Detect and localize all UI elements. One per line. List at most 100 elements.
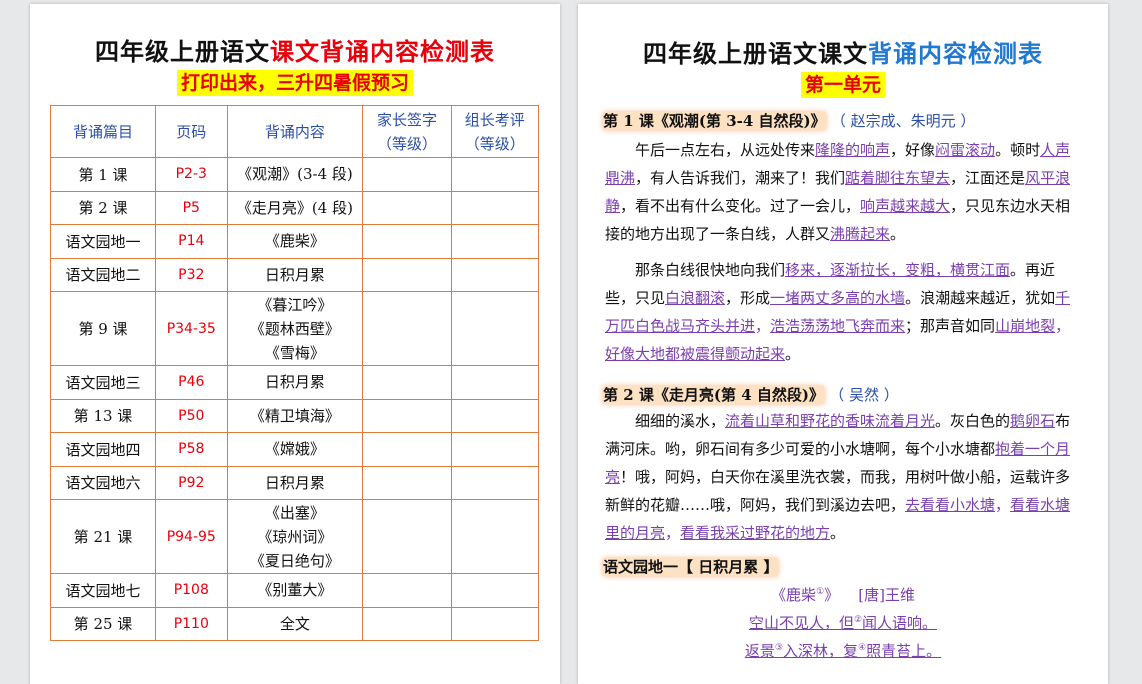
paragraph-3: 细细的溪水，流着山草和野花的香味流着月光。灰白色的鹅卵石布满河床。哟，卵石间有多… [605,407,1083,547]
parent-sign-cell[interactable] [362,291,452,366]
header-leader-eval: 组长考评 （等级） [450,105,540,158]
highlight-phrase: 踮着脚往东望去 [845,169,951,187]
leader-eval-cell[interactable] [450,224,540,259]
parent-sign-cell[interactable] [362,432,452,467]
text-segment: 。灰白色的 [935,412,1011,430]
leader-eval-cell[interactable] [450,606,540,641]
row-page: P2-3 [154,157,228,192]
text-segment: ，江面还是 [950,169,1026,187]
left-subtitle: 打印出来，三升四暑假预习 [30,68,560,96]
row-content: 《别董大》 [226,573,364,608]
leader-eval-cell[interactable] [450,465,540,500]
content-line: 日积月累 [264,473,325,492]
parent-sign-cell[interactable] [362,365,452,400]
unit-heading: 第一单元 [578,70,1108,98]
row-page: P94-95 [154,499,228,574]
leader-eval-cell[interactable] [450,157,540,192]
header-parent-sign: 家长签字 （等级） [362,105,452,158]
unit-text: 第一单元 [800,72,885,98]
highlight-phrase: 山崩地裂 [995,317,1056,335]
text-segment: 。 [890,225,906,243]
leader-eval-cell[interactable] [450,398,540,433]
content-line: 《琼州词》 [257,527,333,546]
header-page: 页码 [154,105,228,158]
section-2-heading: 第 2 课《走月亮(第 4 自然段)》 （ 吴然 ） [603,386,899,404]
text-segment: ， [665,524,681,542]
text-segment: ，有人告诉我们，潮来了！我们 [635,169,846,187]
row-page: P46 [154,365,228,400]
table-row: 语文园地一 P14 《鹿柴》 [50,224,540,259]
parent-sign-cell[interactable] [362,606,452,641]
paragraph-2: 那条白线很快地向我们移来，逐渐拉长，变粗，横贯江面。再近些，只见白浪翻滚，形成一… [605,256,1083,368]
left-title: 四年级上册语文课文背诵内容检测表 [30,32,560,67]
table-row: 第 1 课 P2-3 《观潮》(3-4 段) [50,157,540,192]
left-subtitle-text: 打印出来，三升四暑假预习 [176,70,413,96]
row-lesson: 语文园地四 [50,432,156,467]
poem-line-1: 空山不见人，但②闻人语响。 [748,614,938,632]
row-lesson: 第 1 课 [50,157,156,192]
left-title-red: 课文背诵内容检测表 [270,37,495,66]
leader-eval-cell[interactable] [450,432,540,467]
parent-sign-cell[interactable] [362,499,452,574]
parent-sign-cell[interactable] [362,257,452,292]
table-row: 语文园地七 P108 《别董大》 [50,573,540,608]
row-content: 全文 [226,606,364,641]
highlight-phrase: 闷雷滚动 [935,141,996,159]
row-content: 日积月累 [226,365,364,400]
row-content: 《暮江吟》《题林西壁》 《雪梅》 [226,291,364,366]
recitation-table: 背诵篇目 页码 背诵内容 家长签字 （等级） 组长考评 （等级） 第 1 课 P2-3… [50,105,540,641]
content-line: 日积月累 [264,265,325,284]
content-line: 《观潮》(3-4 段) [237,165,353,184]
row-lesson: 语文园地七 [50,573,156,608]
parent-sign-cell[interactable] [362,573,452,608]
left-title-black: 四年级上册语文 [95,37,270,66]
row-page: P34-35 [154,291,228,366]
row-page: P92 [154,465,228,500]
leader-eval-cell[interactable] [450,257,540,292]
content-line: 《嫦娥》 [264,440,325,459]
highlight-phrase: 白浪翻滚 [665,289,726,307]
parent-sign-cell[interactable] [362,224,452,259]
row-lesson: 语文园地一 [50,224,156,259]
parent-sign-cell[interactable] [362,190,452,225]
leader-eval-cell[interactable] [450,499,540,574]
content-line: 《题林西壁》 [249,319,340,338]
table-row: 第 25 课 P110 全文 [50,606,540,641]
leader-eval-cell[interactable] [450,291,540,366]
row-content: 《走月亮》(4 段) [226,190,364,225]
table-row: 语文园地二 P32 日积月累 [50,257,540,292]
leader-eval-cell[interactable] [450,573,540,608]
content-line: 《精卫填海》 [249,406,340,425]
right-title-black: 四年级上册语文课文 [643,39,868,68]
highlight-phrase: 流着山草和野花的香味流着月光 [725,412,936,430]
content-line: 《出塞》 [264,503,325,522]
highlight-phrase: 移来，逐渐拉长，变粗，横贯江面 [785,261,1011,279]
leader-eval-cell[interactable] [450,190,540,225]
parent-sign-cell[interactable] [362,398,452,433]
highlight-phrase: 隆隆的响声 [815,141,891,159]
text-segment: 那条白线很快地向我们 [635,261,786,279]
highlight-phrase: 看看我采过野花的地方 [680,524,831,542]
table-row: 第 13 课 P50 《精卫填海》 [50,398,540,433]
table-row: 语文园地三 P46 日积月累 [50,365,540,400]
row-lesson: 第 9 课 [50,291,156,366]
highlight-phrase: 一堵两丈多高的水墙 [770,289,906,307]
text-segment: 。 [785,345,801,363]
text-segment: ， [1055,317,1071,335]
row-lesson: 语文园地三 [50,365,156,400]
poem-author: [唐]王维 [858,586,915,604]
table-row: 语文园地四 P58 《嫦娥》 [50,432,540,467]
row-content: 《出塞》 《琼州词》 《夏日绝句》 [226,499,364,574]
content-line: 《走月亮》(4 段) [236,198,353,217]
leader-eval-cell[interactable] [450,365,540,400]
right-title: 四年级上册语文课文背诵内容检测表 [578,34,1108,69]
parent-sign-cell[interactable] [362,157,452,192]
content-line: 《暮江吟》 [257,295,333,314]
left-page: 四年级上册语文课文背诵内容检测表 打印出来，三升四暑假预习 背诵篇目 页码 背诵… [30,4,560,684]
content-line: 《雪梅》 [264,343,325,362]
content-line: 全文 [279,614,310,633]
table-row: 第 21 课 P94-95 《出塞》 《琼州词》 《夏日绝句》 [50,499,540,574]
right-title-blue: 背诵内容检测表 [868,39,1043,68]
text-segment: 细细的溪水， [635,412,726,430]
parent-sign-cell[interactable] [362,465,452,500]
